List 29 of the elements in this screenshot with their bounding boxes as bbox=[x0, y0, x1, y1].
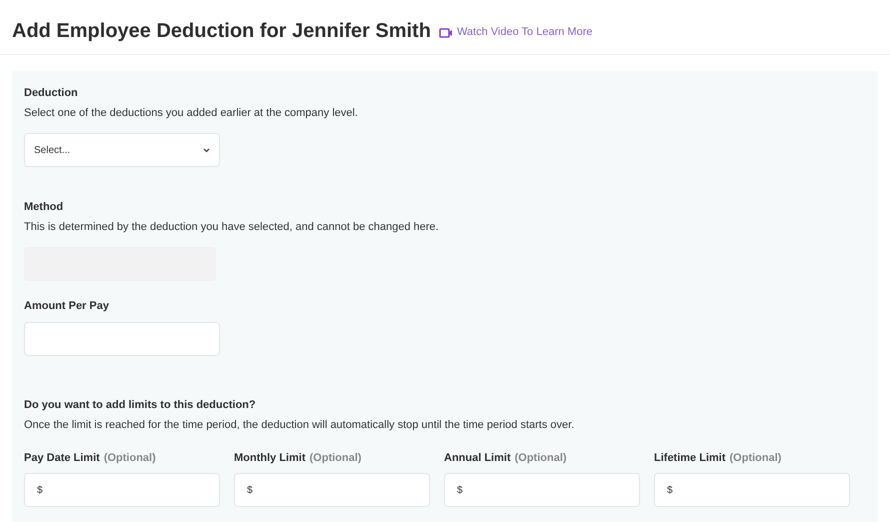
currency-prefix: $ bbox=[37, 484, 43, 498]
field-label: Deduction bbox=[24, 86, 79, 101]
limit-field[interactable]: $ bbox=[654, 473, 850, 507]
chevron-down-icon bbox=[203, 148, 210, 152]
currency-prefix: $ bbox=[247, 484, 253, 498]
field-label: Pay Date Limit bbox=[24, 450, 100, 466]
currency-prefix: $ bbox=[457, 484, 463, 498]
optional-note: (Optional) bbox=[514, 450, 567, 466]
section-heading: Do you want to add limits to this deduction? bbox=[24, 398, 257, 412]
field-label: Monthly Limit bbox=[234, 450, 306, 466]
field-label: Amount Per Pay bbox=[24, 299, 110, 314]
optional-note: (Optional) bbox=[310, 450, 362, 466]
page-title: Add Employee Deduction for Jennifer Smith bbox=[12, 19, 431, 44]
limit-field[interactable]: $ bbox=[24, 473, 220, 507]
field-description: Select one of the deductions you added earlier at the company level. bbox=[24, 106, 359, 120]
limit-field[interactable]: $ bbox=[444, 473, 640, 507]
amount-field[interactable] bbox=[24, 322, 220, 356]
field-label: Annual Limit bbox=[444, 450, 511, 466]
section-description: Once the limit is reached for the time period, the deduction will automatically stop until the time period starts over. bbox=[24, 418, 576, 433]
optional-note: (Optional) bbox=[104, 450, 156, 466]
optional-note: (Optional) bbox=[730, 450, 782, 466]
limit-field[interactable]: $ bbox=[234, 473, 430, 507]
deduction-select[interactable]: Select... bbox=[24, 133, 220, 167]
field-label: Lifetime Limit bbox=[654, 450, 726, 466]
watch-video-link[interactable]: Watch Video To Learn More bbox=[438, 24, 592, 40]
field-description: This is determined by the deduction you have selected, and cannot be changed here. bbox=[24, 220, 440, 234]
currency-prefix: $ bbox=[667, 484, 673, 498]
video-camera-icon bbox=[438, 26, 453, 38]
field-label: Method bbox=[24, 200, 64, 215]
